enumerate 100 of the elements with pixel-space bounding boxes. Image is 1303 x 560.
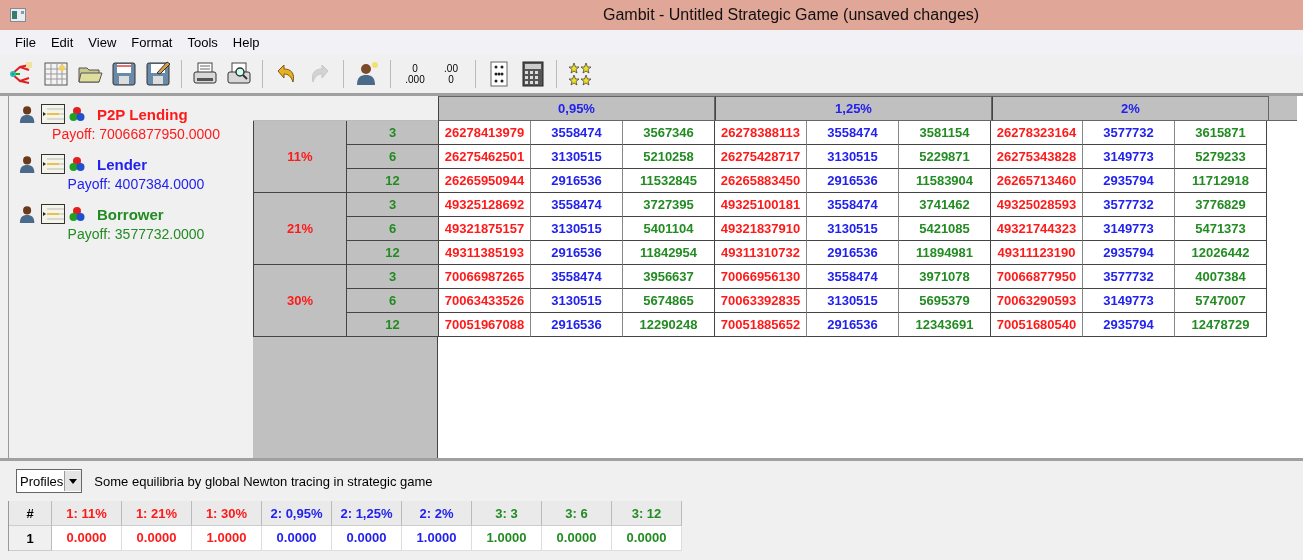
person-icon[interactable] xyxy=(19,204,37,224)
payoff-cell: 5401104 xyxy=(623,217,714,241)
table-cell: 1.0000 xyxy=(402,526,472,551)
column-header: # xyxy=(9,501,52,526)
payoff-cell: 3130515 xyxy=(531,217,623,241)
table-icon[interactable] xyxy=(41,104,65,124)
payoff-cell: 3577732 xyxy=(1083,121,1175,145)
sub-strategy-header: 6 xyxy=(347,289,439,313)
menu-item[interactable]: Format xyxy=(124,35,181,50)
colored-balls-icon[interactable] xyxy=(69,206,85,222)
payoff-cell: 49311310732 xyxy=(715,241,807,265)
payoff-cell: 2935794 xyxy=(1083,313,1175,337)
payoff-cell: 26265713460 xyxy=(991,169,1083,193)
column-header: 1: 21% xyxy=(122,501,192,526)
player-payoff: Payoff: 4007384.0000 xyxy=(67,176,205,192)
column-strategy-header: 1,25% xyxy=(715,96,992,121)
menu-item[interactable]: View xyxy=(81,35,125,50)
payoff-cell: 3130515 xyxy=(807,145,899,169)
payoff-cell: 3558474 xyxy=(531,121,623,145)
payoff-cell: 5279233 xyxy=(1175,145,1266,169)
colored-balls-icon[interactable] xyxy=(69,156,85,172)
payoff-cell: 70066956130 xyxy=(715,265,807,289)
player-payoff: Payoff: 70066877950.0000 xyxy=(52,126,220,142)
payoff-cell: 3130515 xyxy=(807,217,899,241)
toolbar-button[interactable]: .00 0 xyxy=(434,60,468,88)
payoff-cell: 3149773 xyxy=(1083,289,1175,313)
menu-item[interactable]: Edit xyxy=(43,35,82,50)
payoff-cell: 2916536 xyxy=(807,169,899,193)
person-icon[interactable] xyxy=(19,104,37,124)
payoff-cell: 3615871 xyxy=(1175,121,1266,145)
column-header: 2: 0,95% xyxy=(262,501,332,526)
payoff-cell: 2935794 xyxy=(1083,241,1175,265)
sub-strategy-header: 3 xyxy=(347,193,439,217)
payoff-cell: 70051680540 xyxy=(991,313,1083,337)
row-header: 1 xyxy=(9,526,52,551)
payoff-cell: 26278413979 xyxy=(439,121,531,145)
payoff-cell: 49325100181 xyxy=(715,193,807,217)
payoff-cell: 49321744323 xyxy=(991,217,1083,241)
payoff-cell: 2935794 xyxy=(1083,169,1175,193)
window-icon xyxy=(10,8,26,22)
toolbar-button[interactable]: 0 .000 xyxy=(398,60,432,88)
payoff-cell: 70063433526 xyxy=(439,289,531,313)
payoff-cell: 12478729 xyxy=(1175,313,1266,337)
payoff-cell: 3956637 xyxy=(623,265,714,289)
colored-balls-icon[interactable] xyxy=(69,106,85,122)
menu-item[interactable]: Tools xyxy=(180,35,226,50)
payoff-cell: 3727395 xyxy=(623,193,714,217)
payoff-cell: 70063290593 xyxy=(991,289,1083,313)
payoff-cell: 3741462 xyxy=(899,193,990,217)
table-icon[interactable] xyxy=(41,154,65,174)
payoff-cell: 49321837910 xyxy=(715,217,807,241)
payoff-cell: 3776829 xyxy=(1175,193,1266,217)
payoff-cell: 70066877950 xyxy=(991,265,1083,289)
column-header: 1: 11% xyxy=(52,501,122,526)
person-icon[interactable] xyxy=(19,154,37,174)
payoff-cell: 49325128692 xyxy=(439,193,531,217)
payoff-cell: 3577732 xyxy=(1083,265,1175,289)
payoff-cell: 5210258 xyxy=(623,145,714,169)
payoff-cell: 2916536 xyxy=(531,241,623,265)
payoff-cell: 3130515 xyxy=(807,289,899,313)
column-strategy-header: 0,95% xyxy=(438,96,715,121)
table-cell: 1.0000 xyxy=(192,526,262,551)
payoff-cell: 26275343828 xyxy=(991,145,1083,169)
payoff-cell: 70051967088 xyxy=(439,313,531,337)
player-name[interactable]: Lender xyxy=(97,155,147,173)
payoff-cell: 3577732 xyxy=(1083,193,1175,217)
menu-item[interactable]: Help xyxy=(225,35,268,50)
payoff-cell: 3567346 xyxy=(623,121,714,145)
payoff-cell: 26265950944 xyxy=(439,169,531,193)
payoff-cell: 3149773 xyxy=(1083,217,1175,241)
payoff-cell: 2916536 xyxy=(531,169,623,193)
header-filler xyxy=(1269,96,1297,121)
payoff-cell: 3558474 xyxy=(807,121,899,145)
table-cell: 1.0000 xyxy=(472,526,542,551)
payoff-cell: 49311385193 xyxy=(439,241,531,265)
sub-strategy-header: 6 xyxy=(347,145,439,169)
payoff-cell: 49311123190 xyxy=(991,241,1083,265)
payoff-cell: 3149773 xyxy=(1083,145,1175,169)
column-header: 2: 2% xyxy=(402,501,472,526)
menu-item[interactable]: File xyxy=(8,35,44,50)
profiles-dropdown[interactable]: Profiles xyxy=(16,469,83,493)
payoff-cell: 3558474 xyxy=(807,193,899,217)
payoff-cell: 3130515 xyxy=(531,289,623,313)
player-name[interactable]: Borrower xyxy=(97,205,164,223)
payoff-cell: 11583904 xyxy=(899,169,990,193)
payoff-cell: 12290248 xyxy=(623,313,714,337)
caret-icon xyxy=(69,478,78,484)
payoff-cell: 5674865 xyxy=(623,289,714,313)
payoff-cell: 70051885652 xyxy=(715,313,807,337)
window-title: Gambit - Untitled Strategic Game (unsaved changes) xyxy=(603,6,980,24)
table-icon[interactable] xyxy=(41,204,65,224)
payoff-cell: 11894981 xyxy=(899,241,990,265)
payoff-cell: 5695379 xyxy=(899,289,990,313)
payoff-cell: 26265883450 xyxy=(715,169,807,193)
payoff-cell: 11712918 xyxy=(1175,169,1266,193)
payoff-cell: 70066987265 xyxy=(439,265,531,289)
payoff-cell: 2916536 xyxy=(531,313,623,337)
payoff-cell: 26278388113 xyxy=(715,121,807,145)
table-cell: 0.0000 xyxy=(262,526,332,551)
payoff-cell: 26275428717 xyxy=(715,145,807,169)
